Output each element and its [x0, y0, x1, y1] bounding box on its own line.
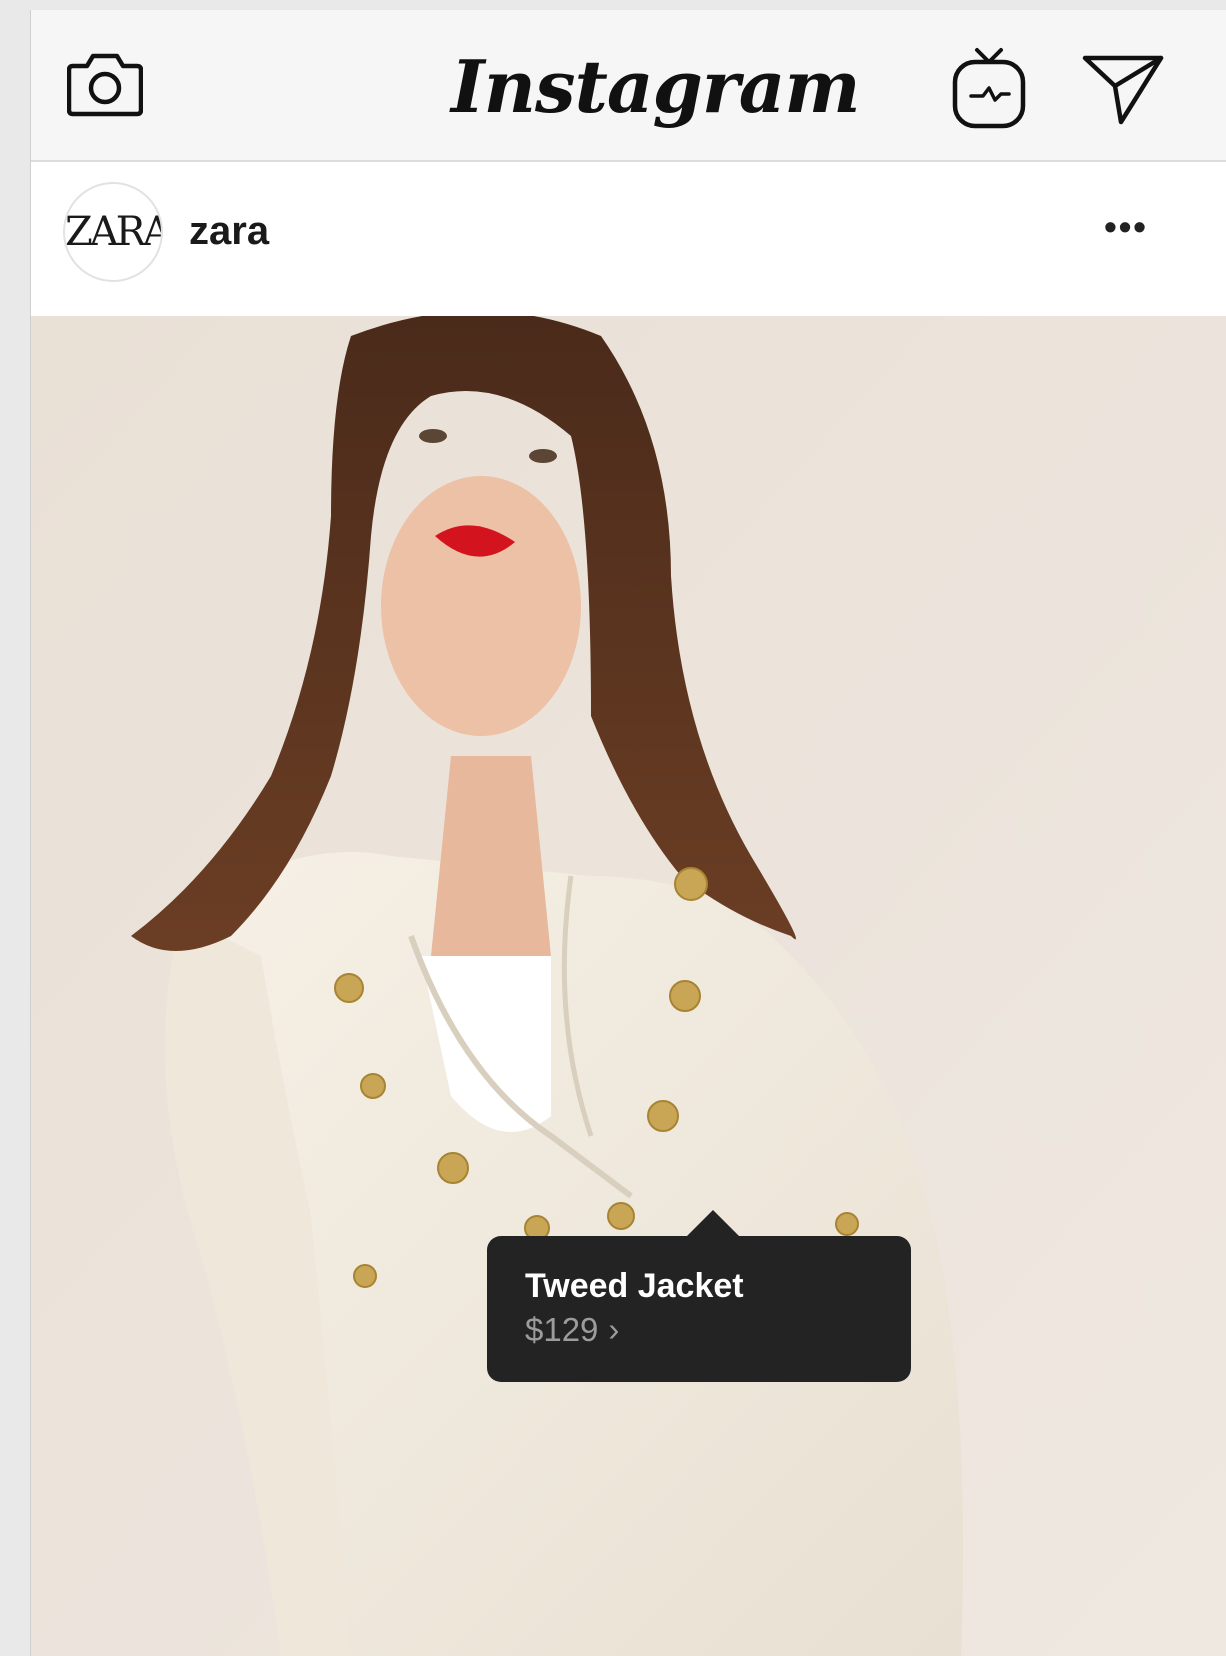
- post-header: ZARA zara •••: [31, 162, 1226, 312]
- igtv-icon: [952, 48, 1026, 129]
- direct-message-icon: [1082, 55, 1164, 125]
- product-name: Tweed Jacket: [525, 1267, 744, 1305]
- product-tag-pointer: [687, 1210, 739, 1236]
- camera-icon: [66, 53, 144, 117]
- profile-avatar[interactable]: ZARA: [63, 182, 163, 282]
- chevron-right-icon: ›: [608, 1311, 620, 1348]
- device-frame: Instagram ZARA zara ••• Tweed Jacket $12…: [0, 0, 1226, 1656]
- igtv-button[interactable]: [951, 46, 1027, 130]
- post-photo[interactable]: [31, 316, 1226, 1656]
- instagram-logo: Instagram: [451, 44, 861, 129]
- direct-message-button[interactable]: [1081, 50, 1165, 126]
- instagram-screen: Instagram ZARA zara ••• Tweed Jacket $12…: [30, 10, 1226, 1656]
- product-price: $129: [525, 1311, 599, 1348]
- fashion-photo-illustration: [31, 316, 1226, 1656]
- product-tag[interactable]: Tweed Jacket $129 ›: [487, 1236, 911, 1382]
- top-nav-bar: Instagram: [31, 10, 1226, 162]
- zara-logo: ZARA: [65, 209, 163, 255]
- post-username[interactable]: zara: [189, 206, 269, 256]
- camera-button[interactable]: [66, 46, 144, 118]
- product-price-row: $129 ›: [525, 1310, 619, 1350]
- more-options-button[interactable]: •••: [1091, 209, 1161, 252]
